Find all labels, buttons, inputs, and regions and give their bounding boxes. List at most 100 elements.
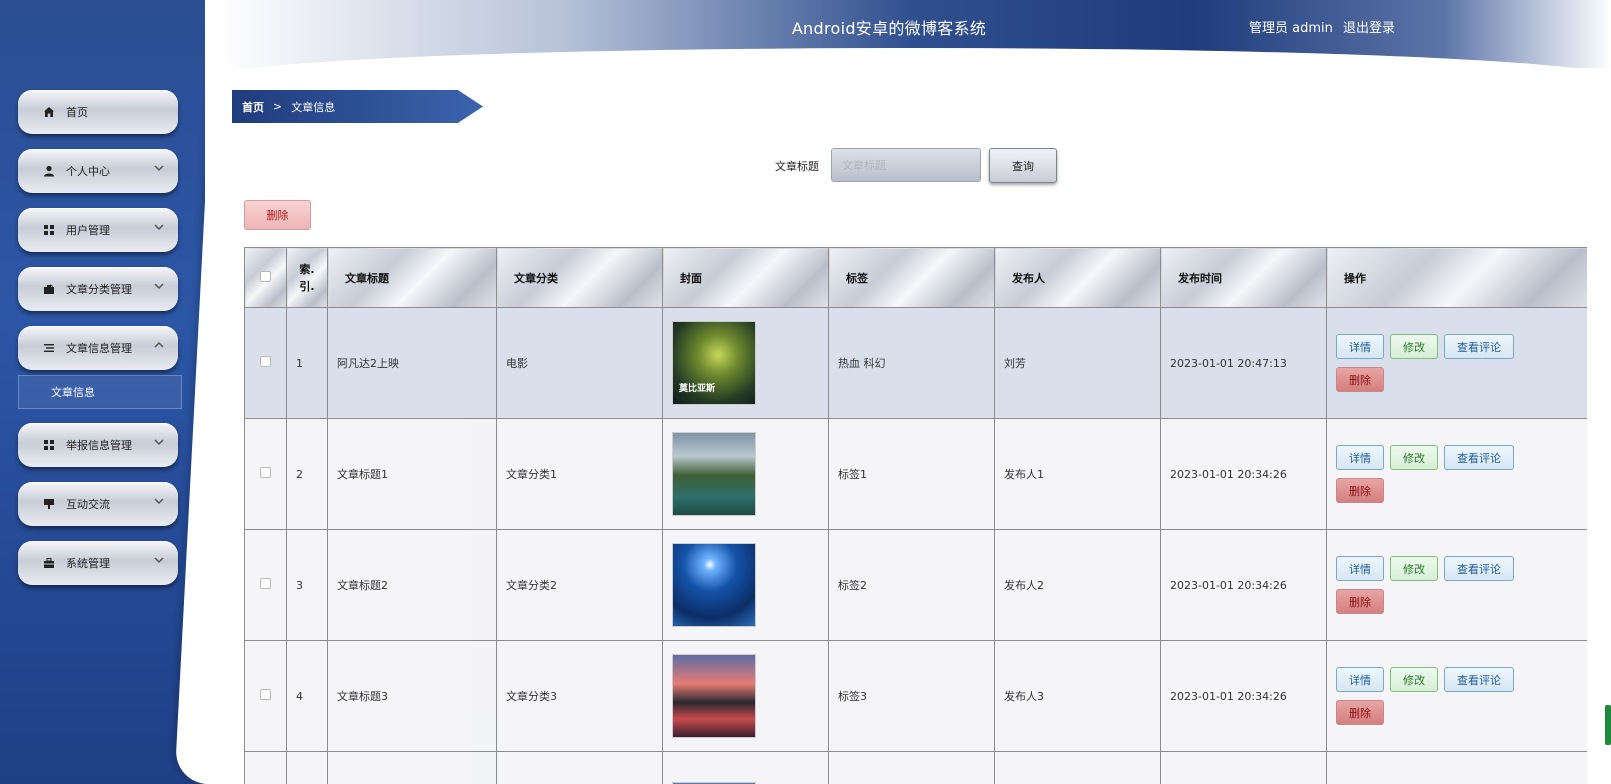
cover-image[interactable]: 莫比亚斯 — [672, 321, 756, 405]
chevron-down-icon — [154, 281, 164, 291]
sidebar-item-article-info-management[interactable]: 文章信息管理 — [18, 326, 178, 370]
breadcrumb-home[interactable]: 首页 — [242, 99, 264, 115]
row-actions: 详情 修改 查看评论 删除 — [1326, 418, 1587, 530]
sidebar-item-article-category-management[interactable]: 文章分类管理 — [18, 267, 178, 311]
view-comments-button[interactable]: 查看评论 — [1444, 667, 1514, 692]
delete-button[interactable]: 删除 — [1336, 589, 1384, 614]
row-actions: 详情 修改 查看评论 删除 — [1326, 529, 1587, 641]
scrollbar-thumb[interactable] — [1605, 705, 1611, 745]
row-title: 文章标题1 — [327, 418, 497, 530]
table-row: 2 文章标题1 文章分类1 标签1 发布人1 2023-01-01 20:34:… — [244, 418, 1587, 530]
sidebar-item-personal-center[interactable]: 个人中心 — [18, 149, 178, 193]
edit-button[interactable]: 修改 — [1390, 334, 1438, 359]
view-comments-button[interactable]: 查看评论 — [1444, 334, 1514, 359]
row-category — [496, 751, 663, 784]
search-button[interactable]: 查询 — [989, 148, 1057, 183]
column-header-category: 文章分类 — [496, 247, 663, 308]
chevron-down-icon — [154, 222, 164, 232]
sidebar-subitem-label: 文章信息 — [51, 386, 95, 399]
row-publisher: 刘芳 — [994, 307, 1161, 419]
row-checkbox-cell — [244, 751, 287, 784]
user-icon — [42, 164, 56, 178]
list-icon — [42, 341, 56, 355]
delete-button[interactable]: 删除 — [1336, 367, 1384, 392]
edit-button[interactable]: 修改 — [1390, 667, 1438, 692]
breadcrumb-separator: > — [273, 100, 283, 113]
row-index: 4 — [286, 640, 328, 752]
row-time: 2023-01-01 20:47:13 — [1160, 307, 1327, 419]
row-publisher — [994, 751, 1161, 784]
row-checkbox[interactable] — [260, 467, 271, 478]
sidebar-item-home[interactable]: 首页 — [18, 90, 178, 134]
sidebar-item-label: 文章信息管理 — [66, 342, 132, 355]
row-actions: 详情 修改 查看评论 删除 — [1326, 307, 1587, 419]
chat-icon — [42, 497, 56, 511]
briefcase-icon — [42, 282, 56, 296]
row-index: 1 — [286, 307, 328, 419]
delete-button[interactable]: 删除 — [1336, 478, 1384, 503]
article-table: 索. 引. 文章标题 文章分类 封面 标签 发布人 发布时间 操作 1 阿凡达2上… — [244, 247, 1587, 784]
sidebar-item-label: 个人中心 — [66, 165, 110, 178]
table-row: 1 阿凡达2上映 电影 莫比亚斯 热血 科幻 刘芳 2023-01-01 20:… — [244, 307, 1587, 419]
detail-button[interactable]: 详情 — [1336, 667, 1384, 692]
row-time: 2023-01-01 20:34:26 — [1160, 640, 1327, 752]
detail-button[interactable]: 详情 — [1336, 556, 1384, 581]
row-checkbox[interactable] — [260, 356, 271, 367]
column-header-tags: 标签 — [828, 247, 995, 308]
index-header-bottom: 引. — [299, 279, 315, 293]
row-time: 2023-01-01 20:34:26 — [1160, 418, 1327, 530]
sidebar-subitem-article-info[interactable]: 文章信息 — [18, 375, 182, 409]
logout-link[interactable]: 退出登录 — [1343, 21, 1395, 36]
detail-button[interactable]: 详情 — [1336, 334, 1384, 359]
row-checkbox-cell — [244, 418, 287, 530]
row-publisher: 发布人3 — [994, 640, 1161, 752]
sidebar-item-interaction[interactable]: 互动交流 — [18, 482, 178, 526]
detail-button[interactable]: 详情 — [1336, 445, 1384, 470]
select-all-cell — [244, 247, 287, 308]
row-checkbox[interactable] — [260, 578, 271, 589]
edit-button[interactable]: 修改 — [1390, 556, 1438, 581]
column-header-actions: 操作 — [1326, 247, 1587, 308]
select-all-checkbox[interactable] — [260, 270, 271, 282]
current-user-label: 管理员 admin — [1248, 21, 1333, 36]
row-checkbox[interactable] — [260, 689, 271, 700]
sidebar-item-label: 举报信息管理 — [66, 439, 132, 452]
row-tags: 标签3 — [828, 640, 995, 752]
column-header-index: 索. 引. — [286, 247, 328, 308]
search-label: 文章标题 — [775, 160, 819, 173]
row-index: 2 — [286, 418, 328, 530]
delete-button[interactable]: 删除 — [1336, 700, 1384, 725]
home-icon — [42, 105, 56, 119]
row-cover-cell — [662, 640, 829, 752]
row-title: 文章标题2 — [327, 529, 497, 641]
row-title: 阿凡达2上映 — [327, 307, 497, 419]
toolbox-icon — [42, 556, 56, 570]
bulk-delete-button[interactable]: 删除 — [244, 200, 311, 230]
search-input[interactable] — [831, 148, 981, 182]
sidebar-item-report-management[interactable]: 举报信息管理 — [18, 423, 178, 467]
edit-button[interactable]: 修改 — [1390, 445, 1438, 470]
column-header-publisher: 发布人 — [994, 247, 1161, 308]
sidebar-item-system-management[interactable]: 系统管理 — [18, 541, 178, 585]
row-cover-cell — [662, 529, 829, 641]
cover-image[interactable] — [672, 432, 756, 516]
row-tags: 热血 科幻 — [828, 307, 995, 419]
row-cover-cell — [662, 418, 829, 530]
cover-image[interactable] — [672, 543, 756, 627]
row-checkbox-cell — [244, 307, 287, 419]
chevron-down-icon — [154, 496, 164, 506]
grid-icon — [42, 438, 56, 452]
grid-icon — [42, 223, 56, 237]
column-header-title: 文章标题 — [327, 247, 497, 308]
view-comments-button[interactable]: 查看评论 — [1444, 556, 1514, 581]
row-index: 3 — [286, 529, 328, 641]
sidebar-item-user-management[interactable]: 用户管理 — [18, 208, 178, 252]
table-row: 3 文章标题2 文章分类2 标签2 发布人2 2023-01-01 20:34:… — [244, 529, 1587, 641]
cover-image[interactable] — [672, 654, 756, 738]
row-tags: 标签1 — [828, 418, 995, 530]
view-comments-button[interactable]: 查看评论 — [1444, 445, 1514, 470]
row-actions — [1326, 751, 1587, 784]
sidebar-item-label: 用户管理 — [66, 224, 110, 237]
table-row — [244, 751, 1587, 784]
sidebar-item-label: 互动交流 — [66, 498, 110, 511]
